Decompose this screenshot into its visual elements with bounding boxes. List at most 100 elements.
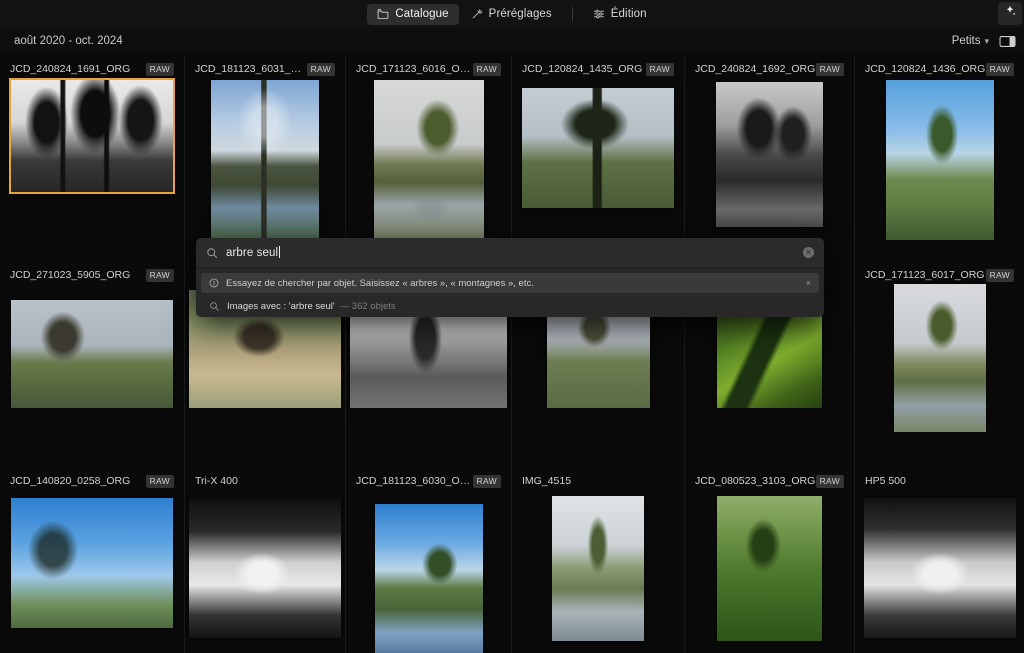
- photo-filename: JCD_271023_5905_ORG: [10, 269, 131, 281]
- raw-badge: RAW: [985, 62, 1014, 76]
- photo-filename: JCD_181123_6031_ORG: [195, 63, 307, 75]
- search-suggestion-label: Images avec : 'arbre seul': [227, 300, 335, 312]
- photo-thumbnail[interactable]: [9, 78, 175, 194]
- photo-thumbnail[interactable]: [893, 284, 986, 432]
- cell-header: JCD_171123_6017_ORG RAW: [855, 268, 1024, 282]
- nav-tab-prereglages[interactable]: Préréglages: [461, 4, 562, 25]
- grid-cell[interactable]: JCD_171123_6016_ORG RAW: [346, 56, 512, 262]
- photo-filename: JCD_181123_6030_ORG: [356, 475, 473, 487]
- grid-cell[interactable]: JCD_171123_6017_ORG RAW: [855, 262, 1024, 468]
- cell-header: JCD_240824_1691_ORG RAW: [0, 62, 184, 76]
- grid-cell[interactable]: JCD_240824_1691_ORG RAW: [0, 56, 185, 262]
- right-panel-toggle[interactable]: [999, 34, 1016, 49]
- raw-badge: RAW: [145, 62, 174, 76]
- search-tip-banner: Essayez de chercher par objet. Saisissez…: [201, 273, 819, 293]
- search-input-value-wrap: arbre seul: [226, 246, 281, 259]
- info-icon: [209, 278, 219, 288]
- search-suggestion-item[interactable]: Images avec : 'arbre seul' — 362 objets: [196, 295, 824, 317]
- photo-catalogue-app: Catalogue Préréglages Édition août 2020 …: [0, 0, 1024, 653]
- cell-header: JCD_271023_5905_ORG RAW: [0, 268, 184, 282]
- thumbnail-grid: JCD_240824_1691_ORG RAW JCD_181123_6031_…: [0, 56, 1024, 653]
- grid-cell[interactable]: Tri-X 400: [185, 468, 346, 653]
- ai-sparkle-button[interactable]: [998, 2, 1022, 25]
- photo-thumbnail[interactable]: [373, 80, 484, 240]
- grid-cell[interactable]: JCD_181123_6030_ORG RAW: [346, 468, 512, 653]
- thumbnail-wrap: [855, 284, 1024, 468]
- photo-thumbnail[interactable]: [552, 496, 644, 641]
- search-input-row[interactable]: arbre seul ✕: [196, 238, 824, 268]
- photo-thumbnail[interactable]: [11, 300, 173, 408]
- cell-header: JCD_181123_6030_ORG RAW: [346, 474, 511, 488]
- cell-header: JCD_140820_0258_ORG RAW: [0, 474, 184, 488]
- photo-thumbnail[interactable]: [522, 88, 674, 208]
- close-icon[interactable]: ×: [806, 278, 811, 288]
- thumbnail-wrap: [855, 80, 1024, 262]
- photo-thumbnail[interactable]: [374, 504, 483, 653]
- photo-filename: JCD_171123_6016_ORG: [356, 63, 473, 75]
- raw-badge: RAW: [815, 62, 844, 76]
- thumbnail-wrap: [0, 286, 184, 468]
- clear-icon[interactable]: ✕: [803, 247, 814, 258]
- photo-filename: Tri-X 400: [195, 475, 238, 487]
- search-input[interactable]: arbre seul: [226, 247, 278, 259]
- chevron-down-icon: ▾: [984, 35, 989, 46]
- grid-cell[interactable]: JCD_140820_0258_ORG RAW: [0, 468, 185, 653]
- cell-header: JCD_120824_1435_ORG RAW: [512, 62, 684, 76]
- grid-cell[interactable]: HP5 500: [855, 468, 1024, 653]
- search-overlay-panel: arbre seul ✕ Essayez de chercher par obj…: [196, 238, 824, 317]
- grid-row: JCD_240824_1691_ORG RAW JCD_181123_6031_…: [0, 56, 1024, 262]
- cell-header: JCD_181123_6031_ORG RAW: [185, 62, 345, 76]
- panel-right-icon: [999, 34, 1016, 49]
- search-icon: [206, 247, 218, 259]
- cell-header: Tri-X 400: [185, 474, 345, 488]
- raw-badge: RAW: [145, 268, 174, 282]
- photo-thumbnail[interactable]: [863, 498, 1016, 638]
- nav-tab-catalogue[interactable]: Catalogue: [367, 3, 459, 25]
- thumbnail-wrap: [0, 78, 184, 262]
- nav-tab-edition-label: Édition: [610, 8, 647, 20]
- thumbnail-wrap: [346, 80, 511, 262]
- photo-filename: JCD_171123_6017_ORG: [865, 269, 985, 281]
- photo-thumbnail[interactable]: [717, 496, 822, 641]
- grid-cell[interactable]: JCD_240824_1692_ORG RAW: [685, 56, 855, 262]
- photo-thumbnail[interactable]: [211, 80, 319, 240]
- photo-filename: JCD_240824_1692_ORG: [695, 63, 816, 75]
- raw-badge: RAW: [645, 62, 674, 76]
- grid-row: JCD_140820_0258_ORG RAW Tri-X 400 JCD_18…: [0, 468, 1024, 653]
- top-navigation-bar: Catalogue Préréglages Édition: [0, 0, 1024, 28]
- cell-header: JCD_171123_6016_ORG RAW: [346, 62, 511, 76]
- grid-cell[interactable]: JCD_181123_6031_ORG RAW: [185, 56, 346, 262]
- raw-badge: RAW: [472, 474, 501, 488]
- raw-badge: RAW: [815, 474, 844, 488]
- photo-thumbnail[interactable]: [885, 80, 994, 240]
- thumbnail-wrap: [512, 80, 684, 262]
- nav-group: Catalogue Préréglages Édition: [367, 3, 657, 25]
- thumbnail-size-label: Petits: [951, 35, 981, 47]
- text-caret: [279, 246, 281, 258]
- cell-header: JCD_080523_3103_ORG RAW: [685, 474, 854, 488]
- search-images-icon: [209, 301, 220, 312]
- thumbnail-size-selector[interactable]: Petits ▾: [952, 35, 989, 47]
- sliders-icon: [593, 8, 605, 20]
- grid-cell[interactable]: JCD_080523_3103_ORG RAW: [685, 468, 855, 653]
- nav-tab-edition[interactable]: Édition: [583, 4, 657, 25]
- photo-filename: IMG_4515: [522, 475, 572, 487]
- grid-cell[interactable]: JCD_120824_1435_ORG RAW: [512, 56, 685, 262]
- nav-tab-prereglages-label: Préréglages: [488, 8, 552, 20]
- photo-thumbnail[interactable]: [189, 498, 341, 638]
- cell-header: JCD_240824_1692_ORG RAW: [685, 62, 854, 76]
- nav-tab-catalogue-label: Catalogue: [395, 8, 449, 20]
- raw-badge: RAW: [306, 62, 335, 76]
- thumbnail-wrap: [185, 492, 345, 653]
- photo-thumbnail[interactable]: [716, 82, 823, 227]
- cell-header: JCD_120824_1436_ORG RAW: [855, 62, 1024, 76]
- sub-header-controls: Petits ▾: [952, 34, 1024, 49]
- photo-thumbnail[interactable]: [11, 498, 173, 628]
- grid-cell[interactable]: IMG_4515: [512, 468, 685, 653]
- grid-cell[interactable]: JCD_120824_1436_ORG RAW: [855, 56, 1024, 262]
- photo-filename: JCD_080523_3103_ORG: [695, 475, 816, 487]
- thumbnail-wrap: [346, 492, 511, 653]
- raw-badge: RAW: [472, 62, 501, 76]
- photo-filename: JCD_240824_1691_ORG: [10, 63, 131, 75]
- grid-cell[interactable]: JCD_271023_5905_ORG RAW: [0, 262, 185, 468]
